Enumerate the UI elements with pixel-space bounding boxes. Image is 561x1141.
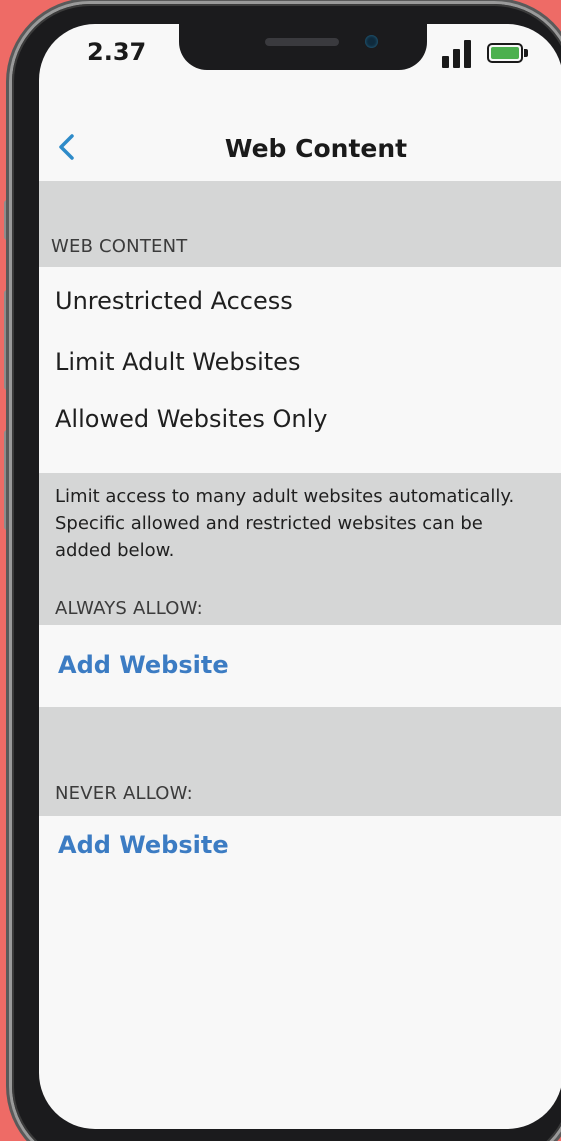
option-allowed-websites-only[interactable]: Allowed Websites Only (55, 405, 327, 433)
section-header-always-allow: ALWAYS ALLOW: (55, 598, 203, 619)
front-camera (365, 35, 378, 48)
section-header-web-content: WEB CONTENT (51, 236, 188, 257)
phone-side-button-mute (4, 200, 12, 240)
battery-tip (524, 49, 528, 57)
phone-screen: 2.37 Web Content WEB CONTENT Unrestricte… (39, 24, 561, 1129)
phone-side-button-volume-up (4, 290, 12, 390)
speaker-grille (265, 38, 339, 46)
signal-icon (442, 38, 476, 68)
phone-side-button-volume-down (4, 430, 12, 530)
always-allow-add-website-link[interactable]: Add Website (58, 651, 229, 679)
section-footer-description: Limit access to many adult websites auto… (55, 486, 515, 561)
nav-bar: Web Content (39, 120, 561, 180)
battery-icon (487, 43, 523, 63)
battery-level (491, 47, 519, 59)
never-allow-add-website-link[interactable]: Add Website (58, 831, 229, 859)
phone-notch (179, 24, 427, 70)
option-unrestricted-access[interactable]: Unrestricted Access (55, 287, 293, 315)
phone-frame: 2.37 Web Content WEB CONTENT Unrestricte… (12, 4, 561, 1141)
section-header-never-allow: NEVER ALLOW: (55, 783, 193, 804)
option-limit-adult-websites[interactable]: Limit Adult Websites (55, 348, 300, 376)
status-time: 2.37 (87, 38, 147, 66)
page-title: Web Content (224, 134, 408, 163)
